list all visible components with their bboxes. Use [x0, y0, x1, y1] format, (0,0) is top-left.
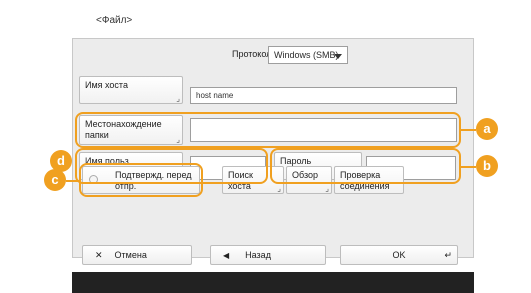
callout-c-badge: c: [44, 169, 66, 191]
chevron-down-icon: [334, 54, 342, 59]
back-label: Назад: [245, 250, 271, 260]
back-button[interactable]: ◀ Назад: [210, 245, 326, 265]
host-name-button[interactable]: Имя хоста ⌟: [79, 76, 183, 104]
callout-a-connector: [461, 129, 476, 131]
corner-arrow-icon: ⌟: [277, 184, 281, 193]
close-icon: ✕: [95, 250, 103, 260]
arrow-left-icon: ◀: [223, 251, 230, 260]
cancel-button[interactable]: ✕ Отмена: [82, 245, 192, 265]
bottom-status-bar: [72, 272, 474, 293]
callout-b-highlight: [270, 148, 461, 184]
enter-icon: ↵: [444, 250, 452, 260]
cancel-label: Отмена: [114, 250, 147, 260]
callout-c-connector: [66, 180, 79, 182]
protocol-value: Windows (SMB): [274, 50, 339, 60]
corner-arrow-icon: ⌟: [176, 94, 180, 103]
callout-b-connector: [461, 166, 476, 168]
host-name-input[interactable]: host name: [190, 87, 457, 104]
ok-label: OK: [392, 250, 406, 260]
callout-b-badge: b: [476, 155, 498, 177]
callout-c-highlight: [79, 163, 203, 197]
host-name-label: Имя хоста: [85, 80, 128, 90]
callout-a-badge: a: [476, 118, 498, 140]
protocol-select[interactable]: Windows (SMB): [268, 46, 348, 64]
page-title: <Файл>: [96, 15, 133, 26]
corner-arrow-icon: ⌟: [325, 184, 329, 193]
ok-button[interactable]: OK ↵: [340, 245, 458, 265]
callout-a-highlight: [75, 112, 461, 148]
